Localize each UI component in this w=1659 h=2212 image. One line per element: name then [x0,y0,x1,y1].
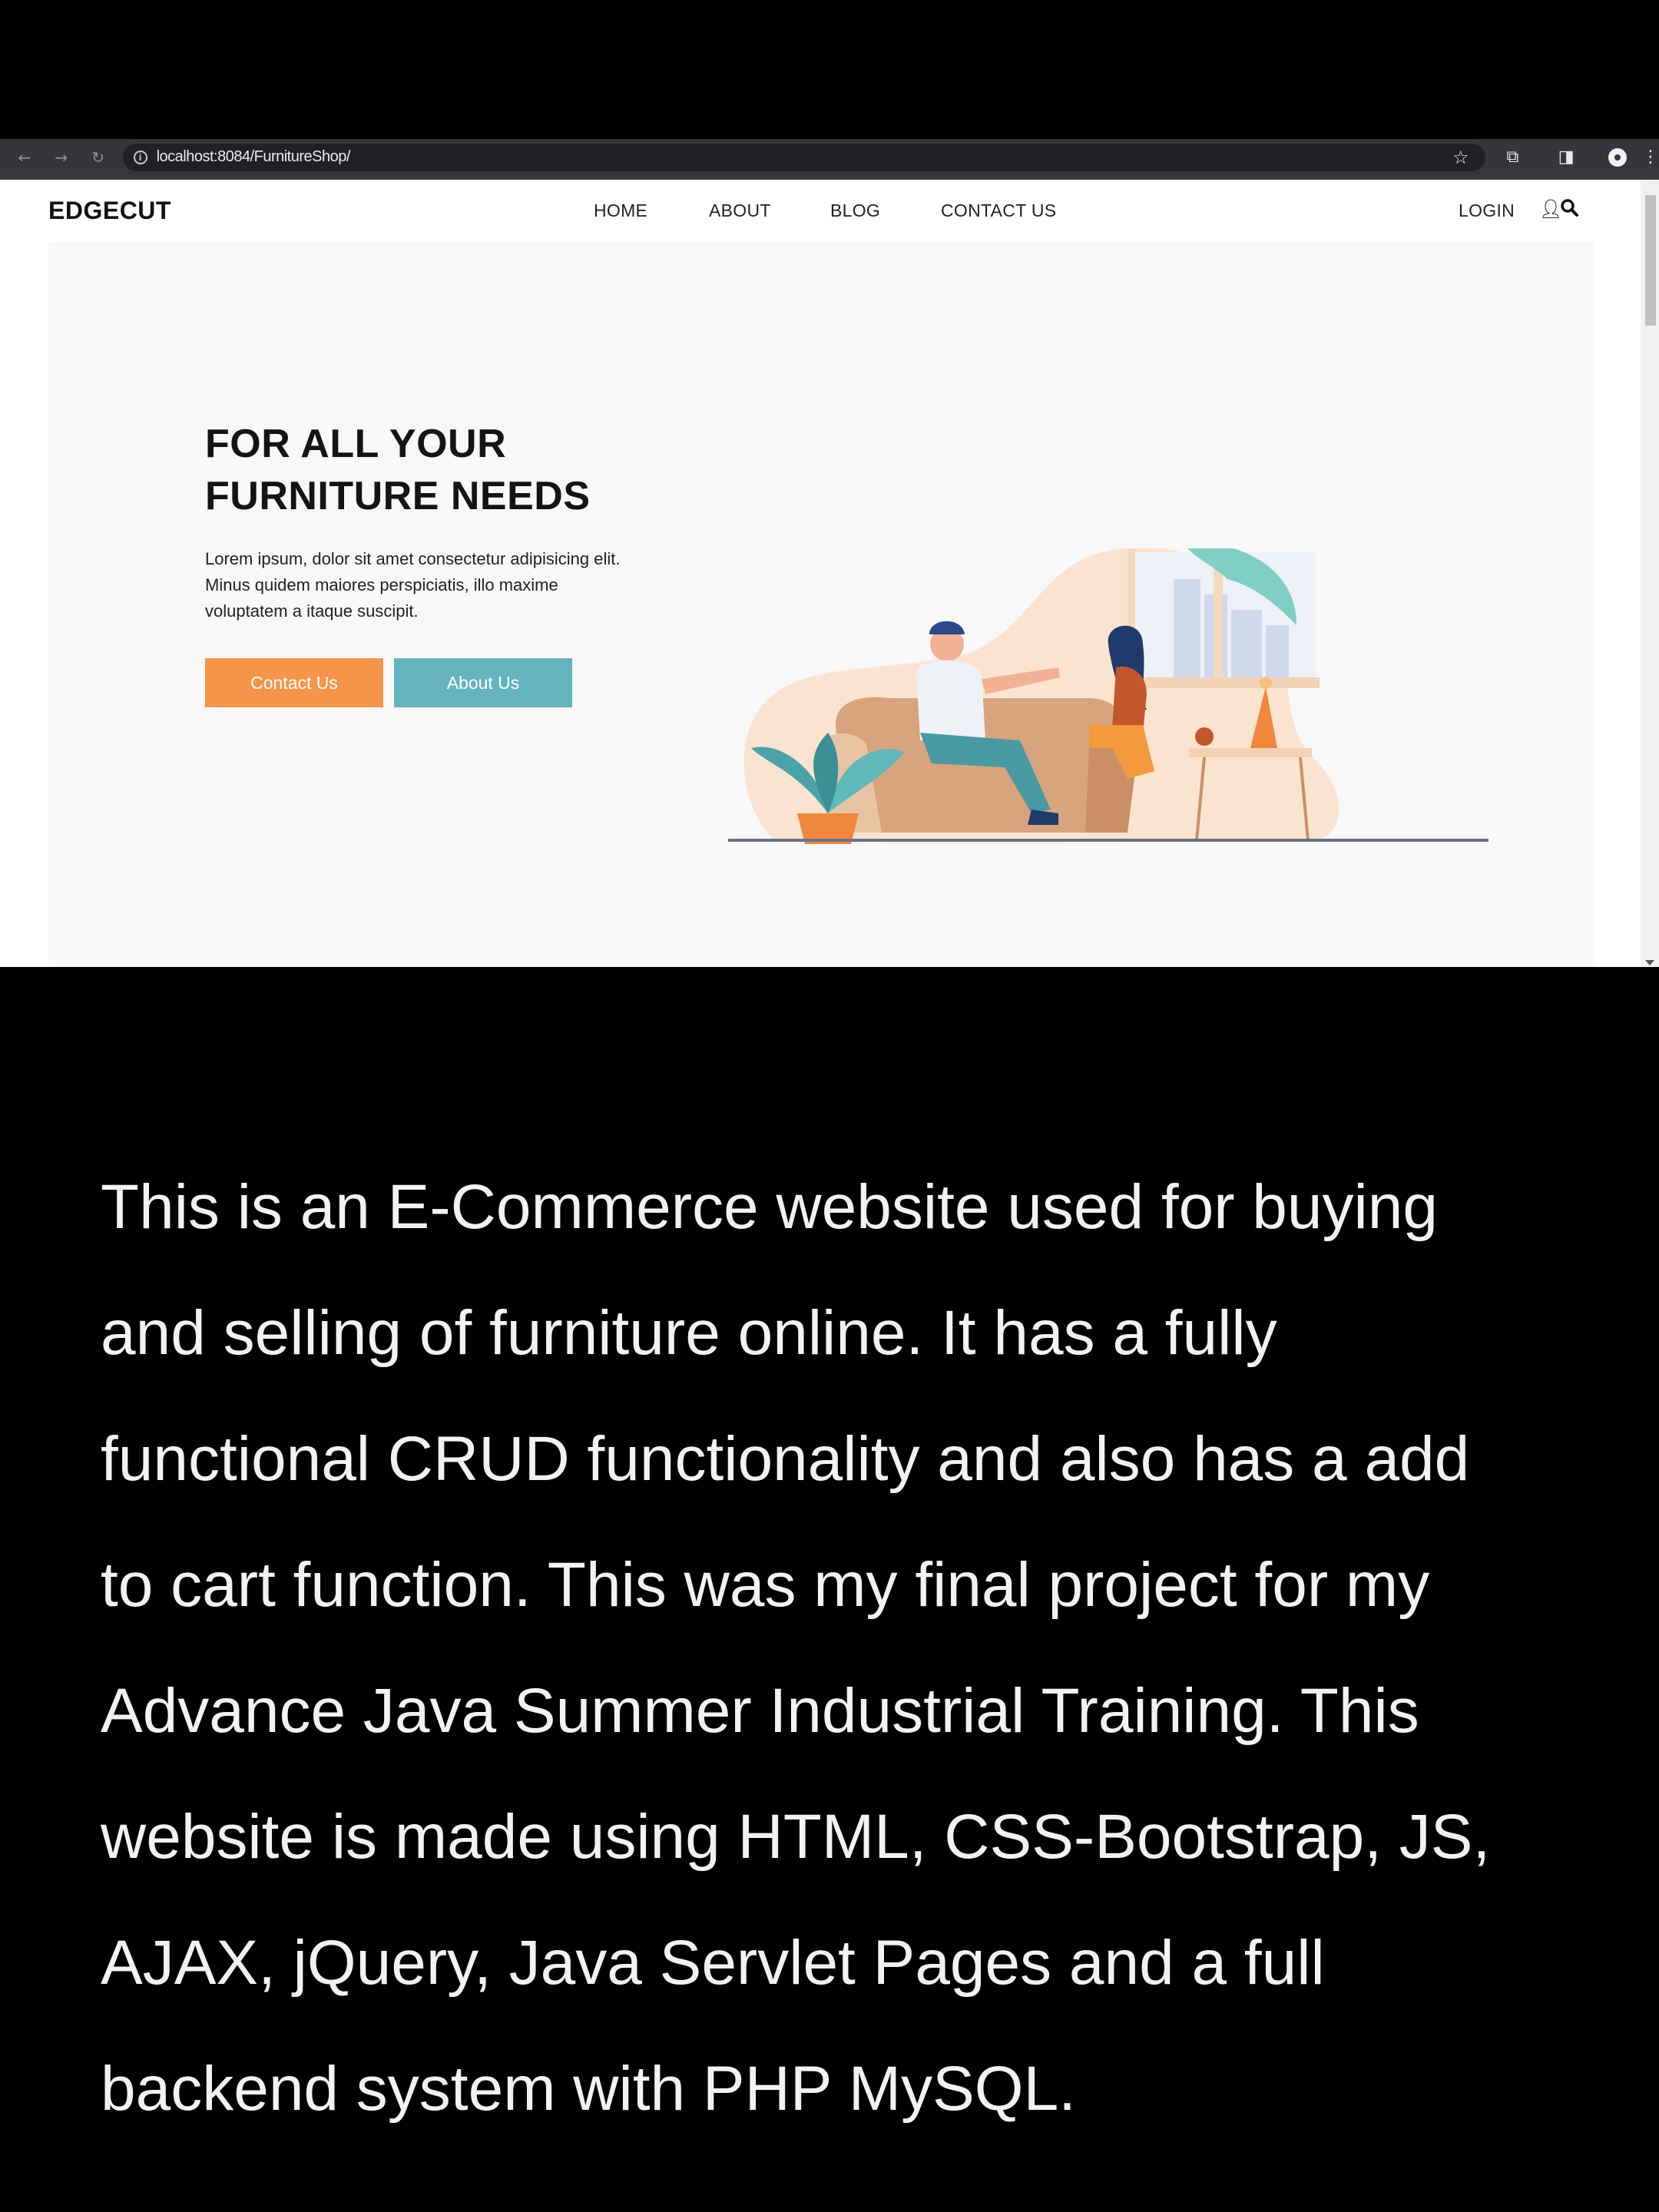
nav-login-link[interactable]: LOGIN [1459,200,1515,221]
caption-line-3: functional CRUD functionality and also h… [101,1424,1470,1494]
star-icon[interactable]: ☆ [1452,147,1469,168]
nav-about-link[interactable]: ABOUT [709,200,771,221]
kebab-icon[interactable]: ⋮ [1642,147,1659,167]
caption-line-8: backend system with PHP MySQL. [101,2054,1076,2124]
sidepanel-icon[interactable]: ◨ [1539,147,1593,167]
reload-icon[interactable]: ↻ [80,148,117,167]
living-room-illustration [728,548,1488,844]
address-bar[interactable]: i localhost:8084/FurnitureShop/ ☆ [122,143,1486,171]
site-header: EDGECUT HOME ABOUT BLOG CONTACT US LOGIN… [0,180,1641,241]
scroll-down-icon[interactable] [1645,960,1654,965]
hero-section: FOR ALL YOUR FURNITURE NEEDS Lorem ipsum… [48,241,1593,967]
nav-contact-link[interactable]: CONTACT US [941,200,1056,221]
info-icon[interactable]: i [133,150,147,164]
hero-title-line-2: FURNITURE NEEDS [205,474,591,518]
about-us-button[interactable]: About Us [394,658,572,707]
hero-text-line-3: voluptatem a itaque suscipit. [205,601,419,621]
brand-logo[interactable]: EDGECUT [48,197,171,225]
hero-text-line-2: Minus quidem maiores perspiciatis, illo … [205,575,558,594]
scrollbar-thumb[interactable] [1645,195,1656,326]
caption-line-5: Advance Java Summer Industrial Training.… [101,1676,1419,1746]
profile-icon[interactable] [1608,147,1627,167]
caption-line-1: This is an E-Commerce website used for b… [101,1172,1438,1242]
caption-line-2: and selling of furniture online. It has … [101,1298,1277,1368]
user-icon[interactable]: 👤︎ [1539,198,1562,220]
caption-line-4: to cart function. This was my final proj… [101,1550,1430,1620]
hero-description: Lorem ipsum, dolor sit amet consectetur … [205,546,712,624]
hero-text-line-1: Lorem ipsum, dolor sit amet consectetur … [205,549,621,568]
project-description: This is an E-Commerce website used for b… [101,1144,1606,2152]
hero-title: FOR ALL YOUR FURNITURE NEEDS [205,418,743,522]
browser-toolbar: ← → ↻ i localhost:8084/FurnitureShop/ ☆ … [0,139,1659,175]
nav-blog-link[interactable]: BLOG [830,200,880,221]
url-text[interactable]: localhost:8084/FurnitureShop/ [157,148,351,166]
caption-line-6: website is made using HTML, CSS-Bootstra… [101,1802,1491,1872]
puzzle-icon[interactable]: ⧉ [1485,147,1539,167]
nav-home-link[interactable]: HOME [594,200,647,221]
search-icon[interactable] [1560,197,1580,220]
contact-us-button[interactable]: Contact Us [205,658,383,707]
page-viewport: EDGECUT HOME ABOUT BLOG CONTACT US LOGIN… [0,180,1659,967]
caption-line-7: AJAX, jQuery, Java Servlet Pages and a f… [101,1928,1325,1998]
forward-icon[interactable]: → [43,148,80,167]
hero-title-line-1: FOR ALL YOUR [205,422,507,466]
back-icon[interactable]: ← [6,148,43,167]
page-scrollbar[interactable] [1641,180,1659,967]
